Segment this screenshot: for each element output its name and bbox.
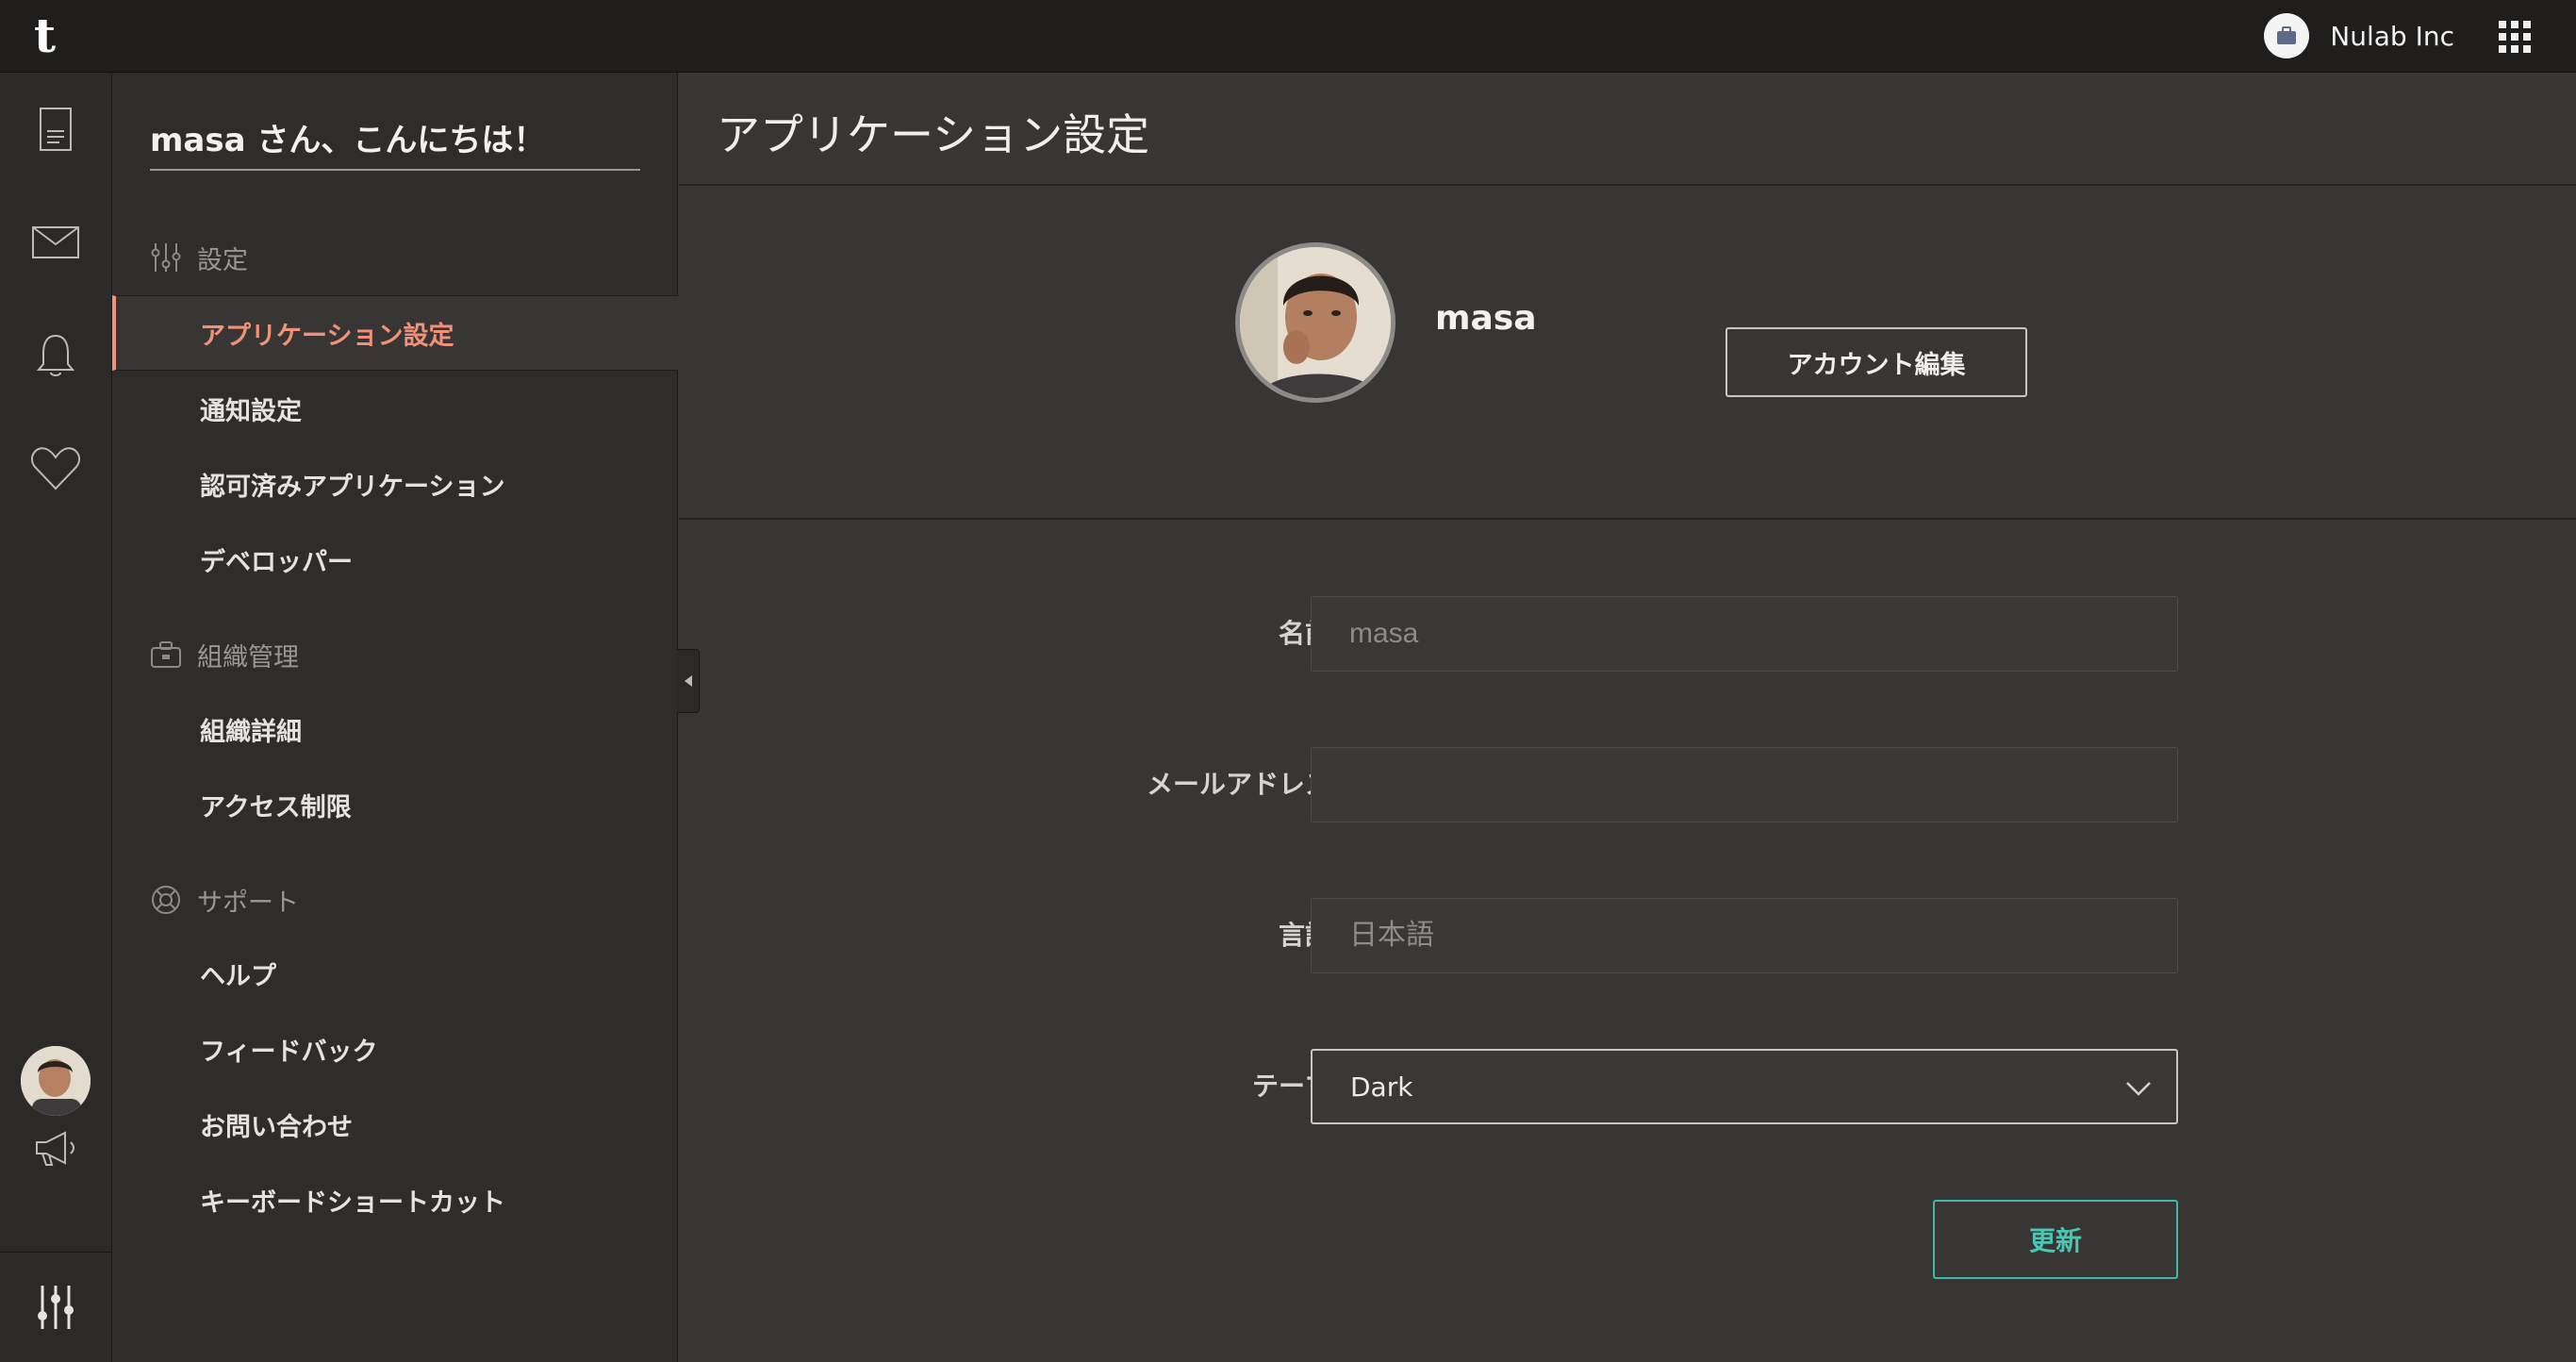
sidebar-item-authorized-apps[interactable]: 認可済みアプリケーション [112, 446, 678, 522]
grid-icon[interactable] [2499, 21, 2531, 53]
greeting: masa さん、こんにちは！ [150, 114, 640, 171]
profile-name: masa [1435, 299, 1537, 338]
sidebar-item-app-settings[interactable]: アプリケーション設定 [112, 295, 678, 371]
form-row-email: メールアドレス [679, 747, 2576, 822]
form-row-name: 名前 masa [679, 596, 2576, 672]
sidebar-item-contact[interactable]: お問い合わせ [112, 1087, 678, 1162]
theme-selected-value: Dark [1350, 1071, 1413, 1103]
megaphone-icon[interactable] [0, 1110, 111, 1186]
heart-icon[interactable] [0, 431, 111, 507]
page-title: アプリケーション設定 [717, 109, 1150, 160]
sidebar-item-help[interactable]: ヘルプ [112, 936, 678, 1011]
sidebar-item-keyboard-shortcuts[interactable]: キーボードショートカット [112, 1162, 678, 1237]
section-title: 組織管理 [197, 642, 299, 673]
app-logo[interactable]: t [34, 11, 72, 60]
document-icon[interactable] [0, 91, 111, 167]
section-organization: 組織管理 [150, 636, 299, 673]
sliders-icon [151, 243, 181, 272]
main-content: アプリケーション設定 masa アカウント編集 名前 masa メールアドレス … [679, 73, 2576, 1362]
sidebar-item-organization-details[interactable]: 組織詳細 [112, 691, 678, 767]
name-field[interactable]: masa [1311, 596, 2178, 672]
language-field[interactable]: 日本語 [1311, 898, 2178, 973]
section-support: サポート [150, 881, 299, 919]
sidebar-item-developer[interactable]: デベロッパー [112, 522, 678, 597]
section-title: 設定 [197, 245, 248, 275]
email-label: メールアドレス [1146, 769, 1331, 800]
section-settings: 設定 [150, 239, 248, 276]
org-name: Nulab Inc [2330, 20, 2454, 52]
user-avatar[interactable] [21, 1046, 91, 1116]
sidebar-item-feedback[interactable]: フィードバック [112, 1011, 678, 1087]
section-title: サポート [197, 888, 299, 918]
form-row-theme: テーマ Dark [679, 1049, 2576, 1124]
briefcase-icon [151, 641, 181, 668]
update-button[interactable]: 更新 [1933, 1200, 2178, 1279]
form-row-language: 言語 日本語 [679, 898, 2576, 973]
settings-sidebar: masa さん、こんにちは！ 設定 アプリケーション設定 通知設定 認可済みアプ… [112, 73, 678, 1362]
sidebar-item-access-restriction[interactable]: アクセス制限 [112, 767, 678, 842]
mail-icon[interactable] [0, 205, 111, 280]
theme-select[interactable]: Dark [1311, 1049, 2178, 1124]
chevron-down-icon [2126, 1082, 2151, 1096]
profile-avatar [1235, 242, 1395, 403]
edit-account-button[interactable]: アカウント編集 [1726, 327, 2027, 397]
briefcase-icon [2264, 13, 2310, 58]
org-switcher[interactable]: Nulab Inc [2264, 13, 2454, 58]
sidebar-item-notification-settings[interactable]: 通知設定 [112, 371, 678, 446]
profile-section [679, 186, 2576, 520]
icon-rail [0, 73, 112, 1362]
page-header: アプリケーション設定 [679, 73, 2576, 186]
email-field[interactable] [1311, 747, 2178, 822]
bell-icon[interactable] [0, 318, 111, 393]
lifebuoy-icon [152, 886, 180, 914]
sliders-icon[interactable] [0, 1252, 111, 1362]
top-bar: t Nulab Inc [0, 0, 2576, 73]
